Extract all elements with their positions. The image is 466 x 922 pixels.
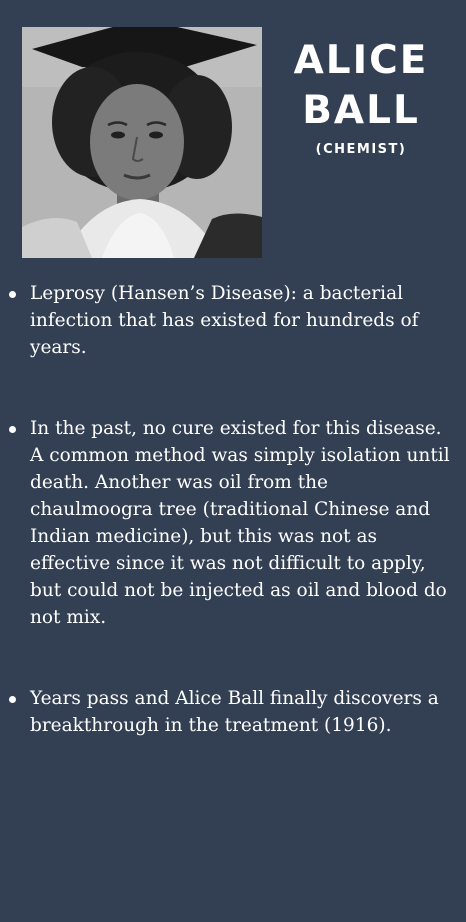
name-first: ALICE [293, 38, 429, 83]
bullet-list: Leprosy (Hansen’s Disease): a bacterial … [0, 280, 466, 739]
role-label: (CHEMIST) [315, 142, 407, 157]
bullet-dot-icon [9, 426, 16, 433]
header: ALICE BALL (CHEMIST) [0, 0, 466, 270]
title-block: ALICE BALL (CHEMIST) [276, 36, 446, 157]
bullet-item-leprosy: Leprosy (Hansen’s Disease): a bacterial … [0, 280, 466, 361]
bullet-dot-icon [9, 291, 16, 298]
bullet-item-breakthrough: Years pass and Alice Ball finally discov… [0, 685, 466, 739]
bullet-dot-icon [9, 696, 16, 703]
portrait-illustration [22, 27, 262, 258]
bullet-item-past-treatments: In the past, no cure existed for this di… [0, 415, 466, 631]
bullet-text: Years pass and Alice Ball finally discov… [30, 688, 439, 736]
name-last: BALL [302, 88, 420, 133]
bullet-text: In the past, no cure existed for this di… [30, 418, 450, 628]
portrait-photo [22, 27, 262, 258]
bullet-text: Leprosy (Hansen’s Disease): a bacterial … [30, 283, 419, 358]
